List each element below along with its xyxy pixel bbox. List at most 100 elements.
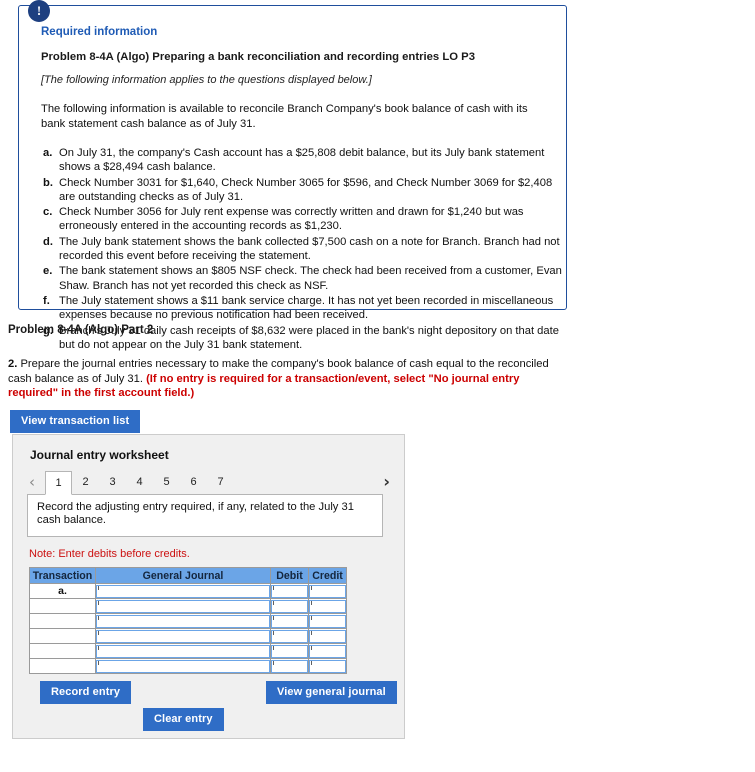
list-item-marker: e. xyxy=(43,265,53,278)
tab-next-arrow-icon[interactable]: › xyxy=(383,473,390,491)
question-instructions: 2. Prepare the journal entries necessary… xyxy=(8,357,570,401)
table-header-row: Transaction General Journal Debit Credit xyxy=(29,567,347,584)
callout-item-list: a. On July 31, the company's Cash account… xyxy=(41,146,562,352)
worksheet-tab-2[interactable]: 2 xyxy=(72,471,99,495)
callout-heading: Required information xyxy=(41,26,158,38)
general-journal-select[interactable] xyxy=(96,629,270,643)
general-journal-select-cell xyxy=(95,583,271,599)
journal-entry-worksheet-panel: Journal entry worksheet ‹ › 1234567 Reco… xyxy=(12,434,405,739)
table-row: a. xyxy=(29,583,347,599)
column-header-debit: Debit xyxy=(270,567,309,584)
worksheet-instruction-text: Record the adjusting entry required, if … xyxy=(27,494,383,537)
transaction-cell[interactable] xyxy=(29,658,96,674)
list-item-text: The bank statement shows an $805 NSF che… xyxy=(59,265,562,292)
transaction-cell[interactable] xyxy=(29,613,96,629)
question-number: 2. xyxy=(8,358,18,370)
list-item: f. The July statement shows a $11 bank se… xyxy=(41,294,569,323)
list-item: a. On July 31, the company's Cash account… xyxy=(41,146,569,175)
worksheet-tab-5[interactable]: 5 xyxy=(153,471,180,495)
credit-input-cell xyxy=(308,613,347,629)
list-item: c. Check Number 3056 for July rent expens… xyxy=(41,205,569,234)
credit-input[interactable] xyxy=(309,584,346,598)
journal-entry-table-body: a. xyxy=(29,583,347,674)
list-item-text: The July bank statement shows the bank c… xyxy=(59,235,560,263)
table-row xyxy=(29,643,347,659)
credit-input-cell xyxy=(308,583,347,599)
list-item-marker: d. xyxy=(43,235,53,248)
column-header-transaction: Transaction xyxy=(29,567,96,584)
page-title: Problem 8-4A (Algo) Part 2 xyxy=(8,324,154,336)
worksheet-tab-3[interactable]: 3 xyxy=(99,471,126,495)
clear-entry-button[interactable]: Clear entry xyxy=(143,708,224,731)
list-item-text: The July statement shows a $11 bank serv… xyxy=(59,294,554,322)
general-journal-select-cell xyxy=(95,598,271,614)
debit-input-cell xyxy=(270,598,309,614)
list-item: b. Check Number 3031 for $1,640, Check Nu… xyxy=(41,176,569,205)
credit-input-cell xyxy=(308,643,347,659)
debit-input[interactable] xyxy=(271,629,308,643)
credit-input[interactable] xyxy=(309,644,346,658)
list-item: d. The July bank statement shows the bank… xyxy=(41,235,569,264)
credit-input-cell xyxy=(308,628,347,644)
debit-input[interactable] xyxy=(271,659,308,673)
credit-input-cell xyxy=(308,598,347,614)
list-item-text: On July 31, the company's Cash account h… xyxy=(59,147,545,174)
general-journal-select-cell xyxy=(95,613,271,629)
debit-input-cell xyxy=(270,643,309,659)
list-item-text: Check Number 3056 for July rent expense … xyxy=(59,206,524,233)
general-journal-select[interactable] xyxy=(96,644,270,658)
debit-input-cell xyxy=(270,628,309,644)
table-row xyxy=(29,613,347,629)
transaction-cell[interactable] xyxy=(29,628,96,644)
debit-input-cell xyxy=(270,583,309,599)
tab-prev-arrow-icon[interactable]: ‹ xyxy=(29,473,35,491)
required-information-callout: ! Required information Problem 8-4A (Alg… xyxy=(18,0,567,351)
general-journal-select-cell xyxy=(95,628,271,644)
view-transaction-list-button[interactable]: View transaction list xyxy=(10,410,141,433)
table-row xyxy=(29,598,347,614)
debit-input-cell xyxy=(270,658,309,674)
worksheet-tab-7[interactable]: 7 xyxy=(207,471,234,495)
credit-input[interactable] xyxy=(309,629,346,643)
worksheet-title: Journal entry worksheet xyxy=(30,448,169,462)
credit-input[interactable] xyxy=(309,659,346,673)
callout-lead-text: The following information is available t… xyxy=(41,103,528,130)
column-header-credit: Credit xyxy=(308,567,347,584)
transaction-cell[interactable]: a. xyxy=(29,583,96,599)
table-row xyxy=(29,658,347,674)
record-entry-button[interactable]: Record entry xyxy=(40,681,132,704)
list-item-marker: a. xyxy=(43,147,53,159)
column-header-general-journal: General Journal xyxy=(95,567,271,584)
debit-input[interactable] xyxy=(271,599,308,613)
credit-input[interactable] xyxy=(309,599,346,613)
list-item-text: Check Number 3031 for $1,640, Check Numb… xyxy=(59,176,553,203)
transaction-cell[interactable] xyxy=(29,598,96,614)
general-journal-select[interactable] xyxy=(96,599,270,613)
general-journal-select-cell xyxy=(95,658,271,674)
debit-input-cell xyxy=(270,613,309,629)
worksheet-tab-4[interactable]: 4 xyxy=(126,471,153,495)
credit-input[interactable] xyxy=(309,614,346,628)
credit-input-cell xyxy=(308,658,347,674)
callout-problem-title: Problem 8-4A (Algo) Preparing a bank rec… xyxy=(41,51,475,63)
journal-entry-table: Transaction General Journal Debit Credit… xyxy=(29,567,347,674)
general-journal-select[interactable] xyxy=(96,659,270,673)
transaction-cell[interactable] xyxy=(29,643,96,659)
worksheet-tab-6[interactable]: 6 xyxy=(180,471,207,495)
list-item-marker: c. xyxy=(43,206,53,219)
worksheet-tabs: ‹ › 1234567 xyxy=(27,471,392,495)
worksheet-tab-1[interactable]: 1 xyxy=(45,471,72,495)
debit-input[interactable] xyxy=(271,644,308,658)
view-general-journal-button[interactable]: View general journal xyxy=(266,681,397,704)
general-journal-select[interactable] xyxy=(96,584,270,598)
list-item-marker: b. xyxy=(43,176,53,189)
list-item-marker: f. xyxy=(43,294,50,307)
general-journal-select-cell xyxy=(95,643,271,659)
general-journal-select[interactable] xyxy=(96,614,270,628)
debit-input[interactable] xyxy=(271,614,308,628)
callout-applies-note: [The following information applies to th… xyxy=(41,74,372,86)
worksheet-note: Note: Enter debits before credits. xyxy=(29,548,190,560)
callout-body: Required information Problem 8-4A (Algo)… xyxy=(19,6,566,363)
table-row xyxy=(29,628,347,644)
debit-input[interactable] xyxy=(271,584,308,598)
